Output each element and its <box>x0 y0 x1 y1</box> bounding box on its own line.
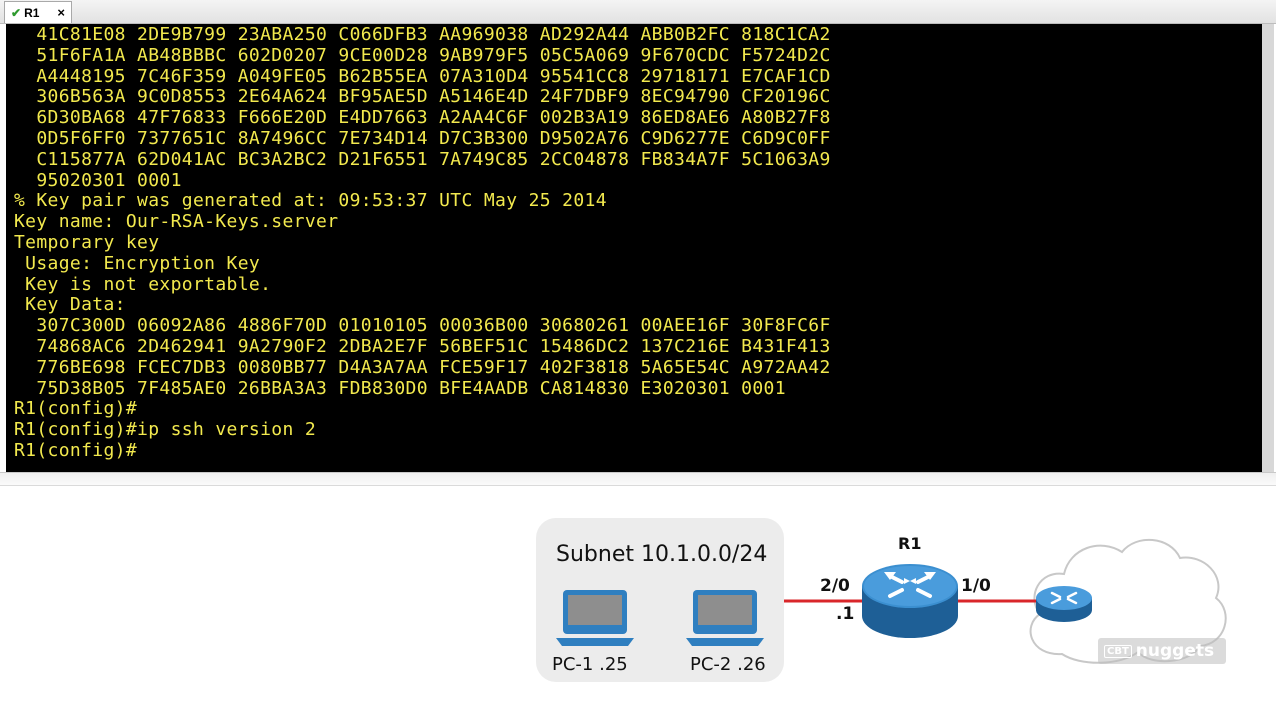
topology-diagram: Subnet 10.1.0.0/24 PC-1 .25 PC-2 .26 R1 … <box>0 486 1276 720</box>
subnet-title: Subnet 10.1.0.0/24 <box>556 542 768 567</box>
terminal-line: C115877A 62D041AC BC3A2BC2 D21F6551 7A74… <box>14 148 831 170</box>
pc-1-icon[interactable] <box>556 590 634 646</box>
terminal-console[interactable]: 41C81E08 2DE9B799 23ABA250 C066DFB3 AA96… <box>6 24 1270 472</box>
terminal-line: A4448195 7C46F359 A049FE05 B62B55EA 07A3… <box>14 65 831 87</box>
terminal-line: Key name: Our-RSA-Keys.server <box>14 211 339 233</box>
tab-strip: ✔ R1 × <box>0 0 1276 24</box>
terminal-line: R1(config)# <box>14 398 138 420</box>
tab-r1-label: R1 <box>24 5 40 20</box>
terminal-line: % Key pair was generated at: 09:53:37 UT… <box>14 190 607 212</box>
terminal-line: Usage: Encryption Key <box>14 252 261 274</box>
terminal-line: Key is not exportable. <box>14 273 272 295</box>
terminal-output: 41C81E08 2DE9B799 23ABA250 C066DFB3 AA96… <box>14 24 831 462</box>
terminal-line: 41C81E08 2DE9B799 23ABA250 C066DFB3 AA96… <box>14 24 831 45</box>
terminal-line: 0D5F6FF0 7377651C 8A7496CC 7E734D14 D7C3… <box>14 127 831 149</box>
terminal-line: R1(config)#ip ssh version 2 <box>14 419 317 441</box>
router-r1-icon[interactable] <box>862 564 958 638</box>
terminal-line: 75D38B05 7F485AE0 26BBA3A3 FDB830D0 BFE4… <box>14 377 786 399</box>
connected-check-icon: ✔ <box>11 5 22 20</box>
tab-r1[interactable]: ✔ R1 × <box>4 1 72 23</box>
close-icon[interactable]: × <box>57 5 65 20</box>
terminal-line: R1(config)# <box>14 439 138 461</box>
terminal-line: 95020301 0001 <box>14 169 182 191</box>
terminal-line: Temporary key <box>14 231 160 253</box>
terminal-line: 51F6FA1A AB48BBBC 602D0207 9CE00D28 9AB9… <box>14 44 831 66</box>
terminal-line: 307C300D 06092A86 4886F70D 01010105 0003… <box>14 315 831 337</box>
remote-router-icon[interactable] <box>1036 586 1092 622</box>
interface-2-0-ip-label: .1 <box>836 604 855 624</box>
interface-1-0-label: 1/0 <box>961 576 991 596</box>
watermark-nuggets: nuggets <box>1135 641 1215 661</box>
terminal-line: 74868AC6 2D462941 9A2790F2 2DBA2E7F 56BE… <box>14 335 831 357</box>
pc-2-icon[interactable] <box>686 590 764 646</box>
interface-2-0-label: 2/0 <box>820 576 850 596</box>
terminal-line: 6D30BA68 47F76833 F666E20D E4DD7663 A2AA… <box>14 107 831 129</box>
pane-divider[interactable] <box>0 472 1276 486</box>
topology-graphics <box>556 539 1227 664</box>
pc-1-label: PC-1 .25 <box>552 654 628 675</box>
watermark-cbt: CBT <box>1104 644 1132 658</box>
terminal-line: 776BE698 FCEC7DB3 0080BB77 D4A3A7AA FCE5… <box>14 356 831 378</box>
terminal-scrollbar[interactable] <box>1262 24 1274 472</box>
terminal-line: 306B563A 9C0D8553 2E64A624 BF95AE5D A514… <box>14 86 831 108</box>
terminal-line: Key Data: <box>14 294 126 316</box>
router-r1-label: R1 <box>898 534 922 553</box>
cbt-nuggets-watermark: CBT nuggets <box>1098 638 1226 664</box>
pc-2-label: PC-2 .26 <box>690 654 766 675</box>
